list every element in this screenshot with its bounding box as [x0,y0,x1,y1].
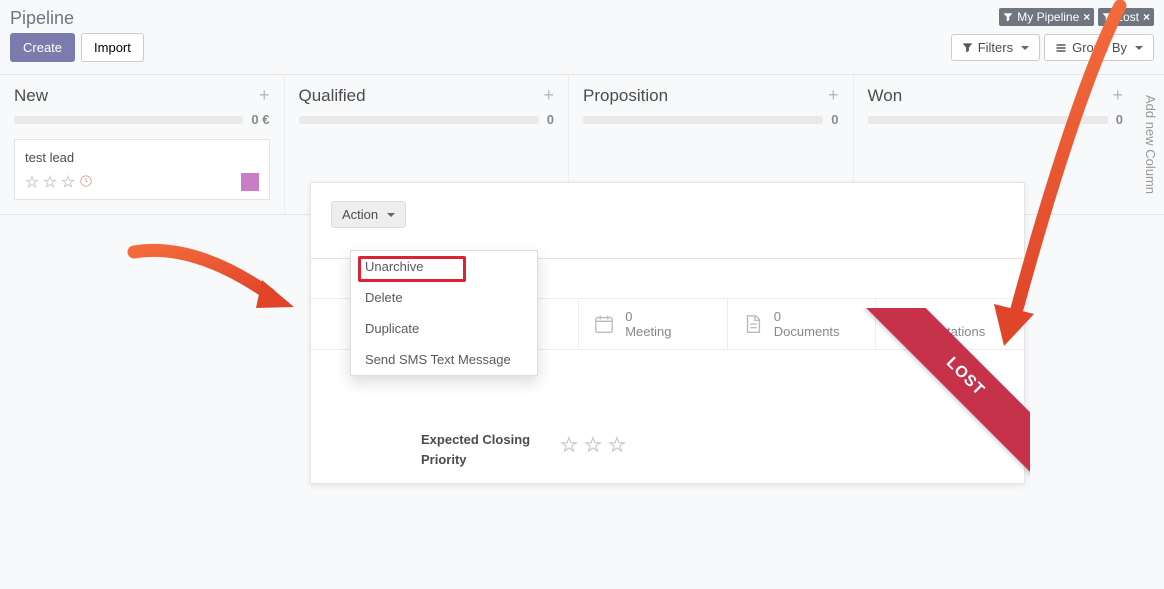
close-icon[interactable]: × [1083,10,1090,24]
page-title: Pipeline [10,8,74,29]
star-icon[interactable] [25,175,39,189]
plus-icon[interactable]: + [1112,85,1123,106]
column-title: Proposition [583,86,668,106]
card-stars[interactable] [25,174,93,191]
stat-count: 0 [625,309,671,324]
column-value: 0 [831,112,838,127]
stat-label: Meeting [625,324,671,339]
create-button[interactable]: Create [10,33,75,62]
column-value: 0 € [251,112,269,127]
avatar[interactable] [241,173,259,191]
filters-label: Filters [978,40,1013,55]
stat-count: 0 [774,309,840,324]
funnel-icon [1102,12,1112,22]
stat-quotations[interactable]: 0Quotations [875,299,1024,349]
plus-icon[interactable]: + [828,85,839,106]
active-filter-tags: My Pipeline × Lost × [999,8,1154,26]
star-icon[interactable] [43,175,57,189]
calendar-icon [593,313,615,335]
field-labels: Expected Closing Priority [421,430,530,469]
filter-tag-my-pipeline[interactable]: My Pipeline × [999,8,1094,26]
funnel-icon [962,42,973,53]
filter-tag-lost[interactable]: Lost × [1098,8,1154,26]
expected-closing-label: Expected Closing [421,430,530,450]
clock-icon [79,174,93,191]
plus-icon[interactable]: + [259,85,270,106]
column-value: 0 [547,112,554,127]
column-title: Won [868,86,903,106]
progress-bar [299,116,539,124]
filter-tag-label: Lost [1116,10,1139,24]
star-icon[interactable] [584,436,602,454]
progress-bar [583,116,823,124]
column-value: 0 [1116,112,1123,127]
filter-tag-label: My Pipeline [1017,10,1079,24]
star-icon[interactable] [61,175,75,189]
filters-dropdown[interactable]: Filters [951,34,1040,61]
groupby-label: Group By [1072,40,1127,55]
star-icon[interactable] [560,436,578,454]
priority-stars[interactable] [560,430,626,454]
action-delete[interactable]: Delete [351,282,537,313]
column-title: Qualified [299,86,366,106]
plus-icon[interactable]: + [543,85,554,106]
close-icon[interactable]: × [1143,10,1150,24]
priority-label: Priority [421,450,530,470]
kanban-card[interactable]: test lead [14,139,270,200]
stat-label: Quotations [922,324,985,339]
progress-bar [14,116,243,124]
star-icon[interactable] [608,436,626,454]
annotation-arrow [124,222,304,322]
stat-label: Documents [774,324,840,339]
column-title: New [14,86,48,106]
stat-meeting[interactable]: 0Meeting [578,299,727,349]
kanban-column-new: New + 0 € test lead [0,75,285,214]
groupby-dropdown[interactable]: Group By [1044,34,1154,61]
action-dropdown-menu: Unarchive Delete Duplicate Send SMS Text… [350,250,538,376]
edit-icon [890,313,912,335]
action-unarchive[interactable]: Unarchive [351,251,537,282]
stat-documents[interactable]: 0Documents [727,299,876,349]
stat-count: 0 [922,309,985,324]
action-duplicate[interactable]: Duplicate [351,313,537,344]
progress-bar [868,116,1108,124]
action-dropdown-button[interactable]: Action [331,201,406,228]
list-icon [1055,42,1067,54]
action-label: Action [342,207,378,222]
add-column-button[interactable]: Add new Column [1137,75,1164,214]
card-title: test lead [25,150,259,165]
import-button[interactable]: Import [81,33,144,62]
action-send-sms[interactable]: Send SMS Text Message [351,344,537,375]
funnel-icon [1003,12,1013,22]
document-icon [742,313,764,335]
